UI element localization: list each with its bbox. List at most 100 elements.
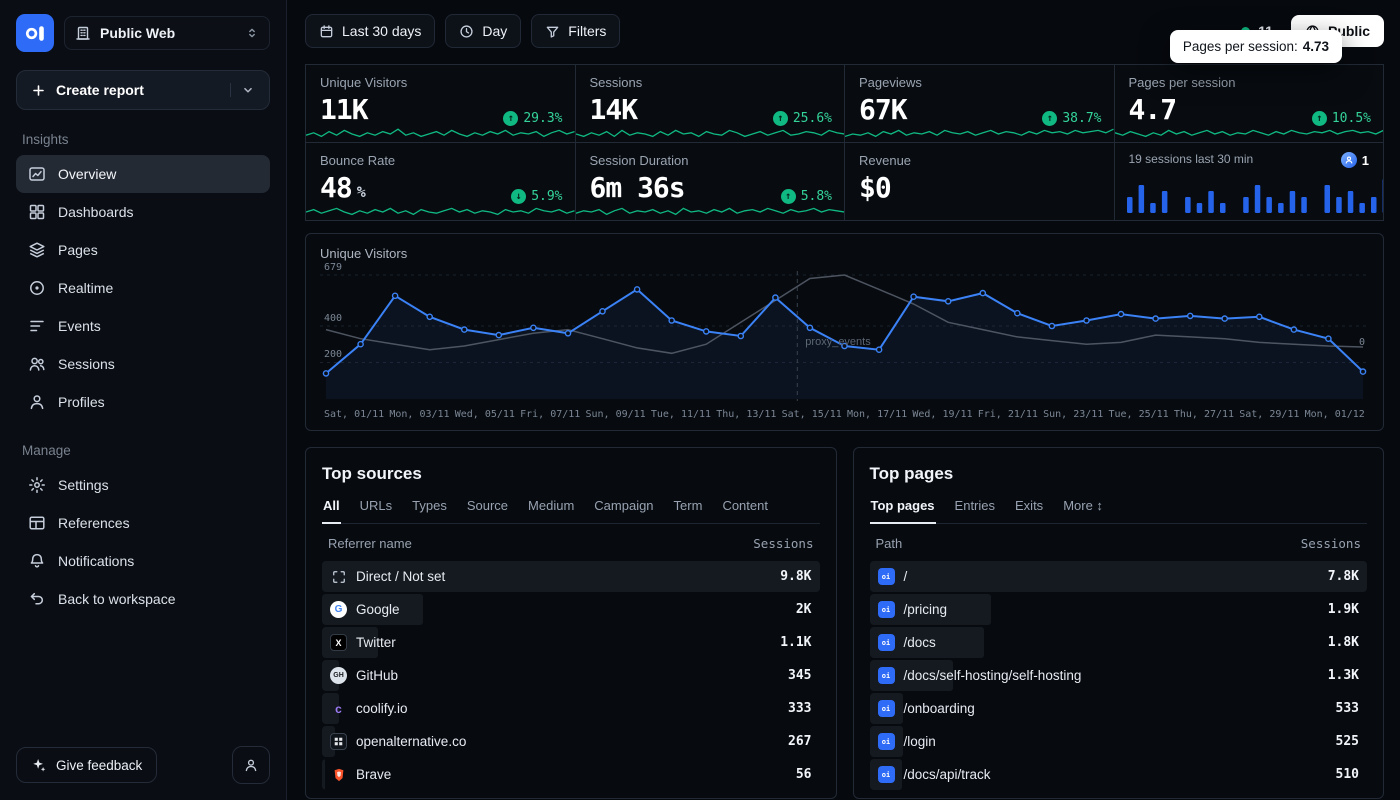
give-feedback-label: Give feedback	[56, 758, 142, 773]
tab-more[interactable]: More ↕	[1062, 498, 1104, 523]
sidebar-item-dashboards[interactable]: Dashboards	[16, 193, 270, 231]
openpanel-logo[interactable]	[16, 14, 54, 52]
workspace-selector[interactable]: Public Web	[64, 16, 270, 50]
row-value: 2K	[796, 602, 812, 617]
metric-card-unique-visitors[interactable]: Unique Visitors 11K ↑29.3%	[306, 65, 576, 143]
user-profile-button[interactable]	[232, 746, 270, 784]
table-row[interactable]: GHGitHub345	[322, 660, 820, 691]
tab-content[interactable]: Content	[721, 498, 769, 523]
sidebar-item-label: Events	[58, 318, 101, 334]
metric-card-session-duration[interactable]: Session Duration 6m 36s ↑5.8%	[576, 143, 846, 221]
metric-card-revenue[interactable]: Revenue $0	[845, 143, 1115, 221]
table-row[interactable]: oi/docs/self-hosting/self-hosting1.3K	[870, 660, 1368, 691]
metric-sparkline	[1115, 126, 1384, 142]
name-column-header: Referrer name	[328, 536, 412, 551]
row-value: 345	[788, 668, 811, 683]
sidebar-item-label: Realtime	[58, 280, 113, 296]
table-row[interactable]: oi/docs/api/track510	[870, 759, 1368, 790]
openalternative-icon	[330, 733, 347, 750]
sidebar-item-pages[interactable]: Pages	[16, 231, 270, 269]
name-column-header: Path	[876, 536, 903, 551]
create-report-button[interactable]: Create report	[16, 70, 270, 110]
building-icon	[75, 25, 91, 41]
chevron-down-icon[interactable]	[230, 83, 255, 97]
metric-title: Bounce Rate	[320, 153, 561, 168]
google-icon: G	[330, 601, 347, 618]
date-range-button[interactable]: Last 30 days	[305, 14, 435, 48]
sidebar-item-settings[interactable]: Settings	[16, 466, 270, 504]
row-name: Direct / Not set	[356, 569, 445, 584]
x-axis-tick: Sun, 09/11	[586, 409, 646, 420]
filters-button[interactable]: Filters	[531, 14, 620, 48]
metric-card-sessions[interactable]: Sessions 14K ↑25.6%	[576, 65, 846, 143]
tab-medium[interactable]: Medium	[527, 498, 575, 523]
sidebar-item-label: Notifications	[58, 553, 134, 569]
tab-exits[interactable]: Exits	[1014, 498, 1044, 523]
x-axis-tick: Wed, 05/11	[455, 409, 515, 420]
events-icon	[28, 317, 46, 335]
table-row[interactable]: oi/7.8K	[870, 561, 1368, 592]
top-pages-rows: oi/7.8Koi/pricing1.9Koi/docs1.8Koi/docs/…	[870, 561, 1368, 799]
table-row[interactable]: oi/login525	[870, 726, 1368, 757]
row-value: 1.9K	[1328, 602, 1359, 617]
table-row[interactable]: GGoogle2K	[322, 594, 820, 625]
x-axis-labels: Sat, 01/11Mon, 03/11Wed, 05/11Fri, 07/11…	[320, 409, 1369, 420]
metric-card-pageviews[interactable]: Pageviews 67K ↑38.7%	[845, 65, 1115, 143]
sidebar-item-overview[interactable]: Overview	[16, 155, 270, 193]
row-name: /login	[904, 734, 936, 749]
row-name: /pricing	[904, 602, 948, 617]
sidebar-item-sessions[interactable]: Sessions	[16, 345, 270, 383]
tab-urls[interactable]: URLs	[359, 498, 394, 523]
tab-types[interactable]: Types	[411, 498, 448, 523]
metric-card-pages-per-session[interactable]: Pages per session 4.7 ↑10.5%	[1115, 65, 1385, 143]
filter-icon	[545, 24, 560, 39]
tab-top-pages[interactable]: Top pages	[870, 498, 936, 524]
metric-sparkline	[576, 204, 845, 220]
tab-entries[interactable]: Entries	[954, 498, 996, 523]
table-row[interactable]: Brave56	[322, 759, 820, 790]
x-axis-tick: Fri, 21/11	[978, 409, 1038, 420]
table-row[interactable]: Direct / Not set9.8K	[322, 561, 820, 592]
metric-title: Session Duration	[590, 153, 831, 168]
insights-section-label: Insights	[22, 132, 264, 147]
table-row[interactable]: oi/docs1.8K	[870, 627, 1368, 658]
tab-source[interactable]: Source	[466, 498, 509, 523]
y-axis-label: 400	[324, 313, 342, 324]
svg-text:proxy_events: proxy_events	[805, 336, 871, 348]
granularity-label: Day	[482, 23, 507, 39]
date-range-label: Last 30 days	[342, 23, 421, 39]
give-feedback-button[interactable]: Give feedback	[16, 747, 157, 783]
tab-term[interactable]: Term	[673, 498, 704, 523]
twitter-icon: X	[330, 634, 347, 651]
sidebar-item-references[interactable]: References	[16, 504, 270, 542]
live-sessions-card[interactable]: 19 sessions last 30 min 1	[1115, 143, 1385, 221]
x-axis-tick: Sat, 01/11	[324, 409, 384, 420]
sidebar-item-notifications[interactable]: Notifications	[16, 542, 270, 580]
openpanel-favicon: oi	[878, 700, 895, 717]
table-row[interactable]: openalternative.co267	[322, 726, 820, 757]
table-row[interactable]: oi/pricing1.9K	[870, 594, 1368, 625]
table-row[interactable]: ccoolify.io333	[322, 693, 820, 724]
table-row[interactable]: oi/onboarding533	[870, 693, 1368, 724]
granularity-button[interactable]: Day	[445, 14, 521, 48]
sidebar-item-events[interactable]: Events	[16, 307, 270, 345]
row-value: 525	[1336, 734, 1359, 749]
tab-campaign[interactable]: Campaign	[593, 498, 654, 523]
table-row[interactable]	[322, 792, 820, 799]
trend-arrow-icon: ↑	[773, 111, 788, 126]
user-avatar-icon	[1341, 152, 1357, 168]
sidebar: Public Web Create report Insights Overvi…	[0, 0, 287, 800]
metric-card-bounce-rate[interactable]: Bounce Rate 48% ↓5.9%	[306, 143, 576, 221]
sparkle-icon	[31, 757, 47, 773]
line-chart[interactable]: proxy_events 2004006790	[320, 267, 1369, 407]
tab-all[interactable]: All	[322, 498, 341, 524]
metric-title: Revenue	[859, 153, 1100, 168]
metric-sparkline	[845, 126, 1114, 142]
sidebar-item-back-to-workspace[interactable]: Back to workspace	[16, 580, 270, 618]
table-row[interactable]: XTwitter1.1K	[322, 627, 820, 658]
row-value: 333	[788, 701, 811, 716]
table-row[interactable]: oi	[870, 792, 1368, 799]
sidebar-item-profiles[interactable]: Profiles	[16, 383, 270, 421]
live-visitor-badge[interactable]: 1	[1341, 152, 1369, 168]
sidebar-item-realtime[interactable]: Realtime	[16, 269, 270, 307]
